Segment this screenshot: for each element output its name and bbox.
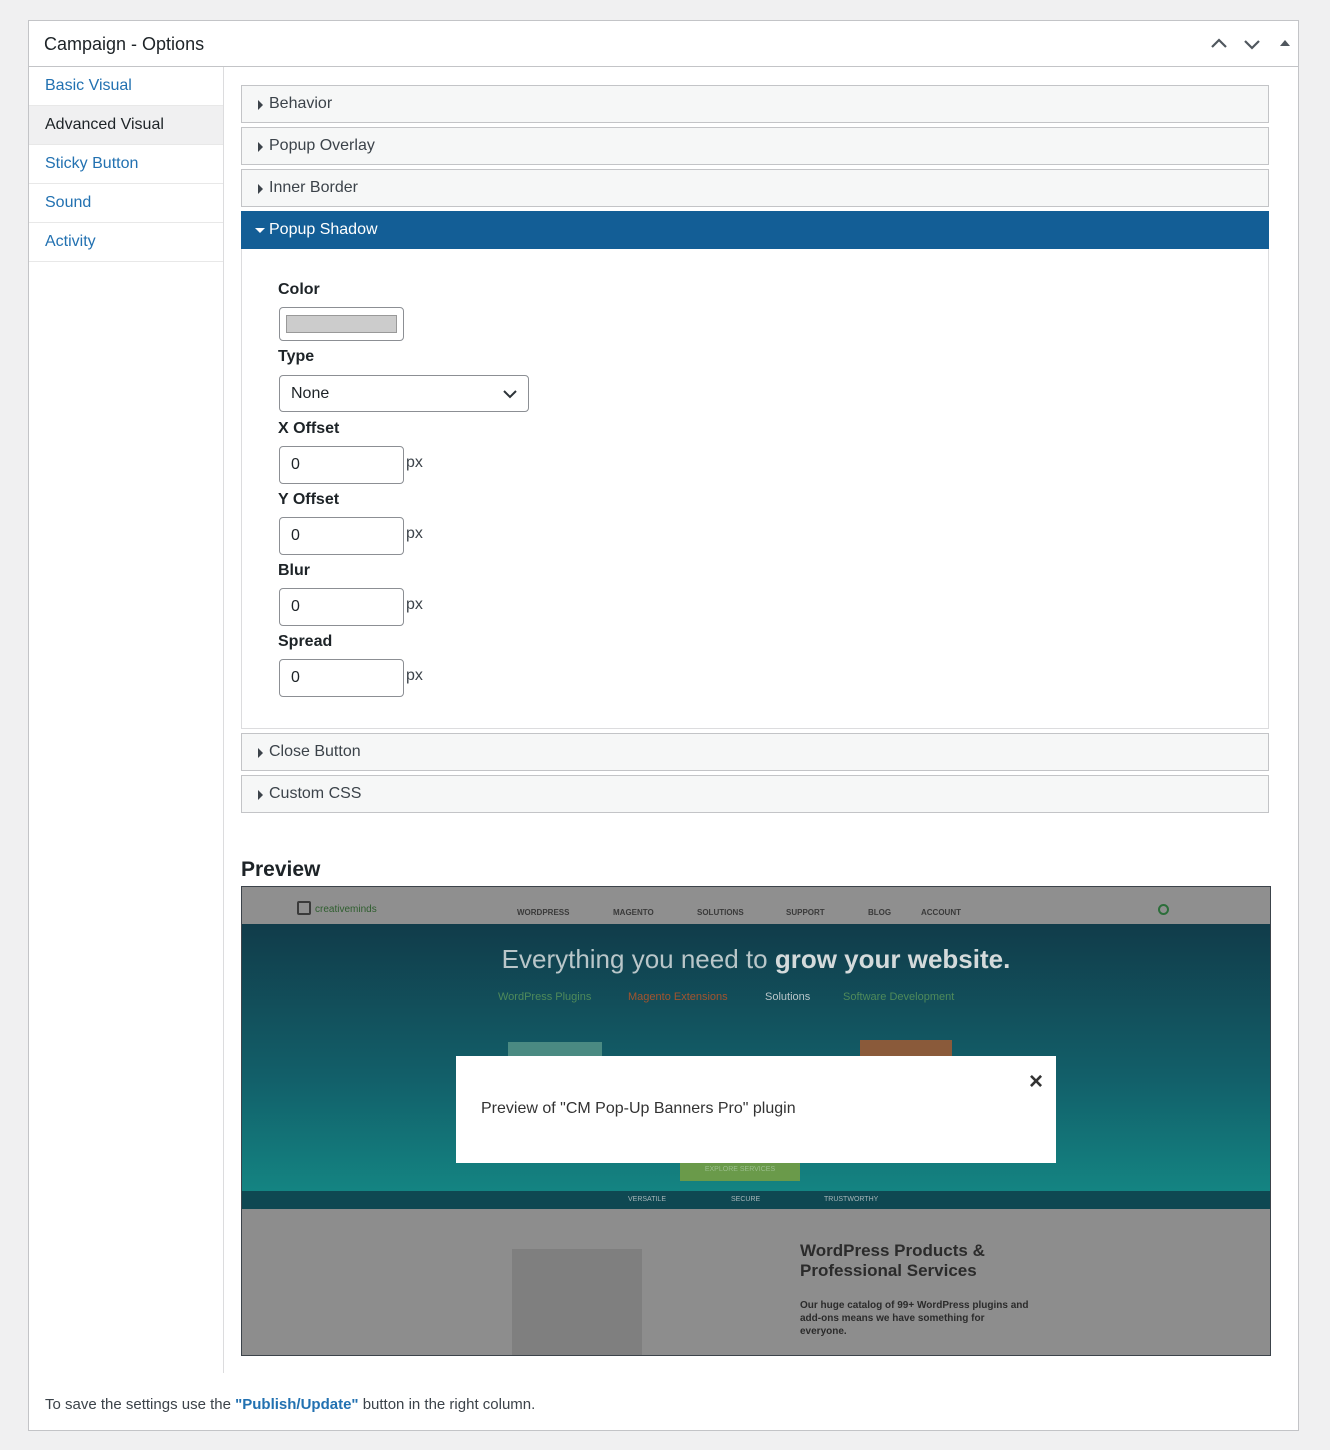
- section-behavior-header[interactable]: Behavior: [241, 85, 1269, 123]
- section-close-button-header[interactable]: Close Button: [241, 733, 1269, 771]
- save-instructions: To save the settings use the "Publish/Up…: [45, 1396, 535, 1413]
- campaign-options-box: Campaign - Options Basic Visual Advanced…: [28, 20, 1299, 1431]
- preview-title: Preview: [241, 858, 321, 881]
- selected-value: None: [291, 385, 330, 402]
- section-popup-overlay-header[interactable]: Popup Overlay: [241, 127, 1269, 165]
- section-label: Inner Border: [269, 179, 358, 196]
- section-label: Behavior: [269, 95, 333, 112]
- blur-unit: px: [406, 596, 423, 613]
- blur-label: Blur: [278, 562, 310, 579]
- sidebar-item-advanced-visual[interactable]: Advanced Visual: [29, 106, 223, 145]
- sidebar-item-sticky-button[interactable]: Sticky Button: [29, 145, 223, 184]
- site-link: Solutions: [765, 991, 811, 1003]
- toggle-panel-button[interactable]: [1274, 33, 1296, 55]
- preview-popup: × Preview of "CM Pop-Up Banners Pro" plu…: [456, 1056, 1056, 1163]
- site-logo: creativeminds: [315, 904, 377, 915]
- triangle-up-icon: [1280, 40, 1290, 46]
- y-offset-unit: px: [406, 525, 423, 542]
- box-header: Campaign - Options: [29, 21, 1298, 67]
- sidebar-item-activity[interactable]: Activity: [29, 223, 223, 262]
- site-nav-item: MAGENTO: [613, 908, 654, 917]
- section-label: Close Button: [269, 743, 361, 760]
- headline-light: Everything you need to: [501, 944, 768, 974]
- footer-prefix: To save the settings use the: [45, 1396, 236, 1413]
- preview-values-strip: VERSATILE SECURE TRUSTWORTHY: [242, 1191, 1270, 1209]
- caret-right-icon: [258, 142, 263, 152]
- color-picker-button[interactable]: [279, 307, 404, 341]
- site-nav-item: BLOG: [868, 908, 892, 917]
- site-link: Magento Extensions: [628, 991, 728, 1003]
- shadow-type-select[interactable]: None: [279, 375, 529, 412]
- caret-right-icon: [258, 748, 263, 758]
- color-swatch: [286, 315, 397, 333]
- section-label: Custom CSS: [269, 785, 362, 802]
- caret-down-icon: [255, 228, 265, 233]
- spread-input[interactable]: 0: [279, 659, 404, 697]
- site-link: WordPress Plugins: [498, 991, 592, 1003]
- popup-close-icon[interactable]: ×: [1029, 1068, 1043, 1096]
- chevron-down-icon: [1244, 40, 1260, 50]
- color-label: Color: [278, 281, 320, 298]
- preview-frame: creativeminds WORDPRESS MAGENTO SOLUTION…: [241, 886, 1271, 1356]
- blur-input[interactable]: 0: [279, 588, 404, 626]
- headline-bold: grow your website.: [774, 944, 1011, 974]
- value-item: VERSATILE: [628, 1196, 666, 1203]
- y-offset-label: Y Offset: [278, 491, 340, 508]
- footer-suffix: button in the right column.: [358, 1396, 536, 1413]
- popup-message: Preview of "CM Pop-Up Banners Pro" plugi…: [481, 1100, 796, 1117]
- caret-right-icon: [258, 100, 263, 110]
- site-nav-item: SOLUTIONS: [697, 908, 744, 917]
- site-nav-item: ACCOUNT: [921, 908, 961, 917]
- caret-right-icon: [258, 184, 263, 194]
- x-offset-unit: px: [406, 454, 423, 471]
- x-offset-label: X Offset: [278, 420, 340, 437]
- y-offset-input[interactable]: 0: [279, 517, 404, 555]
- site-search-icon: [1158, 904, 1169, 915]
- popup-shadow-panel: Color Type None X Offset 0 px Y Offset 0…: [241, 249, 1269, 729]
- move-down-button[interactable]: [1241, 33, 1263, 55]
- sidebar-item-basic-visual[interactable]: Basic Visual: [29, 67, 223, 106]
- chevron-down-icon: [503, 390, 517, 399]
- preview-site-nav: creativeminds WORDPRESS MAGENTO SOLUTION…: [242, 887, 1270, 924]
- chevron-up-icon: [1211, 38, 1227, 48]
- cube-logo-icon: [297, 901, 311, 915]
- section-custom-css-header[interactable]: Custom CSS: [241, 775, 1269, 813]
- site-headline: Everything you need to grow your website…: [242, 944, 1270, 975]
- products-text: Our huge catalog of 99+ WordPress plugin…: [800, 1300, 1029, 1337]
- section-popup-shadow-header[interactable]: Popup Shadow: [241, 211, 1269, 249]
- options-sidebar: Basic Visual Advanced Visual Sticky Butt…: [29, 67, 224, 1373]
- preview-site-products: WordPress Products & Professional Servic…: [242, 1209, 1270, 1355]
- value-item: SECURE: [731, 1196, 761, 1203]
- section-label: Popup Shadow: [269, 221, 378, 238]
- publish-update-link[interactable]: "Publish/Update": [235, 1396, 358, 1413]
- caret-right-icon: [258, 790, 263, 800]
- site-nav-item: SUPPORT: [786, 908, 825, 917]
- type-label: Type: [278, 348, 315, 365]
- value-item: TRUSTWORTHY: [824, 1196, 879, 1203]
- section-label: Popup Overlay: [269, 137, 375, 154]
- sidebar-item-sound[interactable]: Sound: [29, 184, 223, 223]
- section-inner-border-header[interactable]: Inner Border: [241, 169, 1269, 207]
- site-nav-item: WORDPRESS: [517, 908, 570, 917]
- x-offset-input[interactable]: 0: [279, 446, 404, 484]
- spread-unit: px: [406, 667, 423, 684]
- box-title: Campaign - Options: [44, 34, 205, 54]
- options-content: Behavior Popup Overlay Inner Border Popu…: [241, 85, 1271, 1356]
- products-title: WordPress Products & Professional Servic…: [800, 1241, 985, 1280]
- site-link: Software Development: [843, 991, 955, 1003]
- move-up-button[interactable]: [1208, 33, 1230, 55]
- products-illustration: [512, 1249, 642, 1355]
- spread-label: Spread: [278, 633, 333, 650]
